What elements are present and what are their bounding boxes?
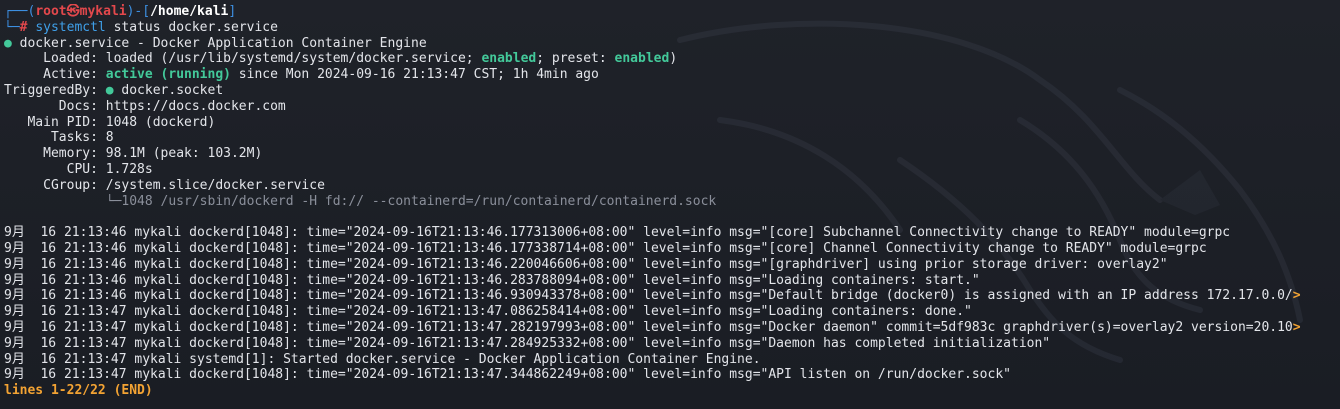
tasks-label: Tasks:: [4, 130, 98, 146]
unit-header-line: ● docker.service - Docker Application Co…: [4, 36, 1340, 52]
journal-line: 9月 16 21:13:46 mykali dockerd[1048]: tim…: [4, 256, 1168, 272]
cgroup-label: CGroup:: [4, 177, 98, 193]
prompt-host: mykali: [79, 4, 127, 19]
truncation-marker: >: [1292, 319, 1301, 335]
docs-label: Docs:: [4, 98, 98, 114]
loaded-line: Loaded: loaded (/usr/lib/systemd/system/…: [4, 51, 1340, 67]
journal-line-text: 9月 16 21:13:46 mykali dockerd[1048]: tim…: [4, 288, 1293, 304]
active-label: Active:: [4, 67, 98, 83]
active-state: active (running): [97, 67, 231, 83]
journal-line: 9月 16 21:13:47 mykali dockerd[1048]: tim…: [4, 335, 1051, 351]
journal-line: 9月 16 21:13:47 mykali dockerd[1048]: tim…: [4, 304, 972, 320]
loaded-enabled: enabled: [481, 51, 537, 67]
tasks-line: Tasks: 8: [4, 130, 1340, 146]
cpu-line: CPU: 1.728s: [4, 162, 1340, 178]
loaded-label: Loaded:: [4, 51, 98, 67]
main-pid-label: Main PID:: [4, 114, 98, 130]
tasks-value: 8: [97, 130, 114, 146]
docs-line: Docs: https://docs.docker.com: [4, 99, 1340, 115]
journal-line: 9月 16 21:13:46 mykali dockerd[1048]: tim…: [4, 225, 1231, 241]
unit-active-dot-icon: ●: [4, 35, 12, 51]
loaded-path: loaded (/usr/lib/systemd/system/docker.s…: [97, 51, 482, 67]
memory-line: Memory: 98.1M (peak: 103.2M): [4, 146, 1340, 162]
prompt-line-top: ┌──(root㉿mykali)-[/home/kali]: [4, 4, 1340, 20]
active-line: Active: active (running) since Mon 2024-…: [4, 67, 1340, 83]
docs-link[interactable]: https://docs.docker.com: [98, 99, 286, 114]
journal-line-truncated: 9月 16 21:13:46 mykali dockerd[1048]: tim…: [4, 288, 1340, 304]
command-name: systemctl: [35, 19, 106, 35]
command-args: status docker.service: [105, 19, 278, 35]
active-since: since Mon 2024-09-16 21:13:47 CST; 1h 4m…: [230, 67, 599, 83]
main-pid-value: 1048 (dockerd): [97, 114, 216, 130]
loaded-preset-label: ; preset:: [536, 51, 615, 67]
journal-line-truncated: 9月 16 21:13:47 mykali dockerd[1048]: tim…: [4, 320, 1340, 336]
triggered-label: TriggeredBy:: [4, 82, 98, 98]
cgroup-line: CGroup: /system.slice/docker.service: [4, 178, 1340, 194]
cgroup-process-tree: └─1048 /usr/sbin/dockerd -H fd:// --cont…: [4, 193, 717, 209]
terminal-window[interactable]: ┌──(root㉿mykali)-[/home/kali] └─# system…: [0, 0, 1340, 409]
loaded-preset-value: enabled: [614, 51, 670, 67]
main-pid-line: Main PID: 1048 (dockerd): [4, 115, 1340, 131]
prompt-corner-top: ┌──(: [4, 4, 36, 19]
journal-line-text: 9月 16 21:13:47 mykali dockerd[1048]: tim…: [4, 319, 1293, 335]
cpu-value: 1.728s: [97, 161, 153, 177]
prompt-close-bracket: ]: [228, 4, 237, 19]
unit-description: docker.service - Docker Application Cont…: [11, 35, 427, 51]
cgroup-value: /system.slice/docker.service: [97, 177, 325, 193]
prompt-cwd: /home/kali: [150, 4, 229, 19]
cpu-label: CPU:: [4, 161, 98, 177]
loaded-close: ): [669, 51, 678, 67]
triggered-value: docker.socket: [113, 82, 224, 98]
journal-line: 9月 16 21:13:47 mykali dockerd[1048]: tim…: [4, 367, 1011, 383]
prompt-corner-bottom: └─: [4, 19, 20, 35]
terminal-output: ┌──(root㉿mykali)-[/home/kali] └─# system…: [4, 4, 1340, 399]
prompt-at-symbol: ㉿: [66, 4, 80, 19]
memory-value: 98.1M (peak: 103.2M): [97, 146, 263, 162]
truncation-marker: >: [1292, 288, 1301, 304]
socket-active-dot-icon: ●: [97, 82, 114, 98]
journal-line: 9月 16 21:13:46 mykali dockerd[1048]: tim…: [4, 272, 980, 288]
journal-line: 9月 16 21:13:46 mykali dockerd[1048]: tim…: [4, 240, 1207, 256]
prompt-user: root: [35, 4, 67, 19]
pager-status: lines 1-22/22 (END): [4, 383, 153, 399]
prompt-line-command: └─# systemctl status docker.service: [4, 20, 1340, 36]
triggered-by-line: TriggeredBy: ● docker.socket: [4, 83, 1340, 99]
pager-status-line[interactable]: lines 1-22/22 (END): [4, 383, 1340, 399]
journal-line: 9月 16 21:13:47 mykali systemd[1]: Starte…: [4, 351, 761, 367]
prompt-hash: #: [19, 19, 28, 35]
memory-label: Memory:: [4, 146, 98, 162]
prompt-separator: )-[: [126, 4, 151, 19]
